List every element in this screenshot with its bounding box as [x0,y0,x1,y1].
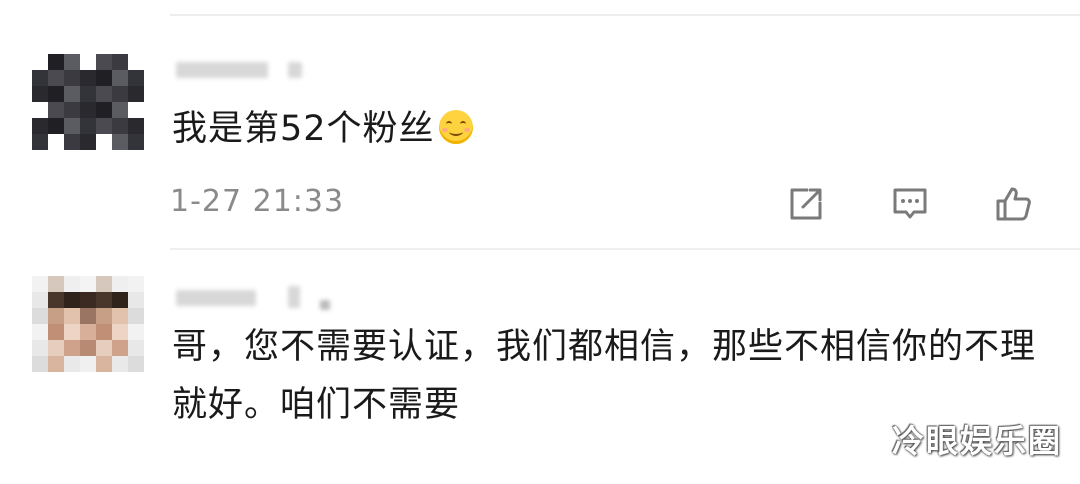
share-button[interactable] [780,178,832,230]
comment-timestamp: 1-27 21:33 [170,184,345,219]
comment-divider [170,248,1080,250]
watermark: 冷眼娱乐圈 [891,422,1062,460]
share-icon [790,188,822,220]
like-button[interactable] [988,178,1040,230]
comment-item-1: 我是第52个粉丝 1-27 21:33 [0,18,1080,248]
comment-icon [893,188,927,219]
top-divider [170,14,1080,16]
comment-text-content: 我是第52个粉丝 [172,109,435,149]
comment-text: 我是第52个粉丝 [172,100,473,158]
smiling-face-emoji [438,110,473,144]
reply-button[interactable] [884,178,936,230]
avatar[interactable] [32,276,144,372]
thumbs-up-icon [996,187,1031,221]
avatar[interactable] [32,54,144,150]
